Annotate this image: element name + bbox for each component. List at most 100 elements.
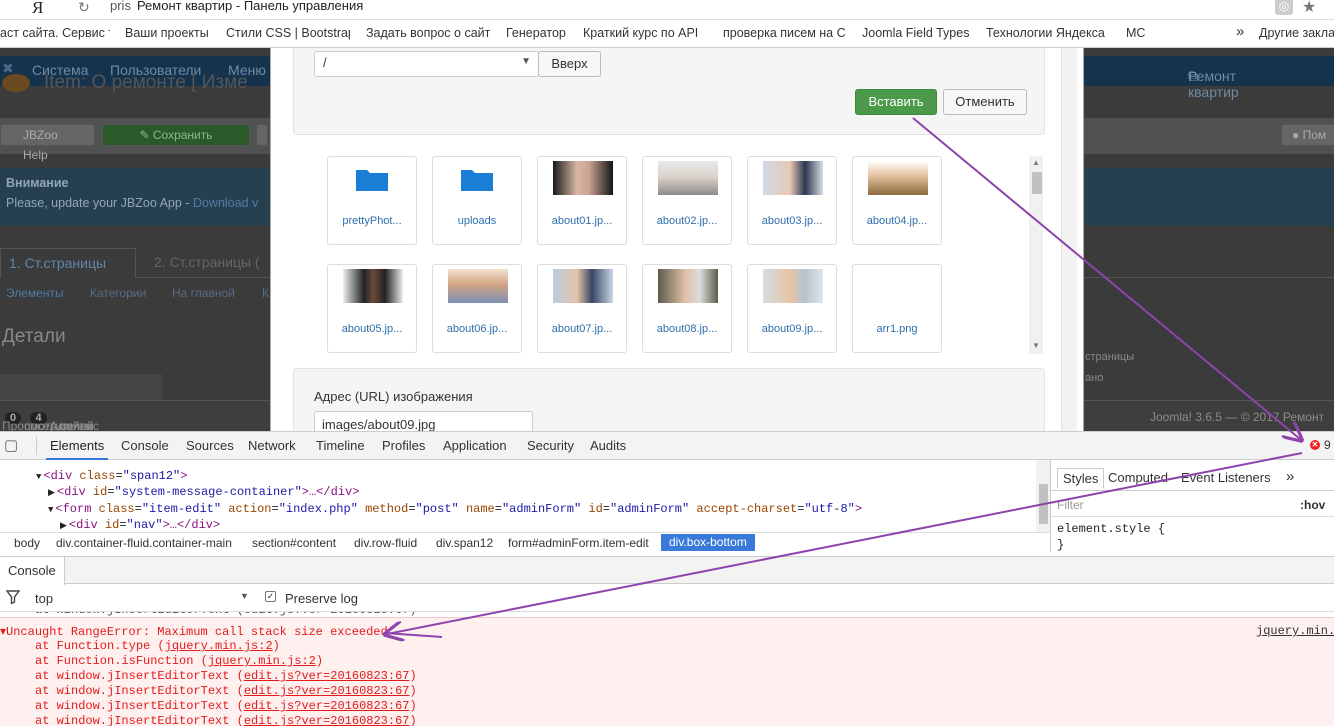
dom-node-line[interactable]: ▶ <div id="system-message-container">…</d… (48, 485, 359, 499)
stack-source-link[interactable]: jquery.min.js:2 (208, 654, 316, 668)
breadcrumb-item[interactable]: div.container-fluid.container-main (56, 536, 232, 550)
file-item-image[interactable]: about05.jp... (327, 264, 417, 353)
stack-source-link[interactable]: jquery.min.js:2 (165, 639, 273, 653)
toolbar-button-partial[interactable] (256, 124, 268, 146)
drawer-tab-console[interactable]: Console (0, 557, 65, 585)
dom-node-line[interactable]: ▶ <div id="nav">…</div> (60, 518, 220, 532)
tab-application[interactable]: Application (443, 438, 507, 453)
filter-icon[interactable] (5, 590, 21, 607)
folder-select[interactable]: / ▼ (314, 51, 539, 77)
subtab-elements[interactable]: Элементы (6, 286, 64, 300)
breadcrumb-item[interactable]: div.span12 (436, 536, 493, 550)
breadcrumb-item[interactable]: body (14, 536, 40, 550)
stack-source-link[interactable]: edit.js?ver=20160823:67 (244, 714, 410, 726)
bookmark-item[interactable]: Краткий курс по API (583, 26, 705, 40)
error-source-link[interactable]: jquery.min. (1256, 624, 1334, 638)
file-item-image[interactable]: about02.jp... (642, 156, 732, 245)
error-icon[interactable]: ✕ (1310, 440, 1320, 450)
hover-state-toggle[interactable]: :hov (1300, 498, 1325, 512)
bookmark-item[interactable]: Генератор (506, 26, 566, 40)
yandex-logo-icon[interactable]: Я (32, 0, 43, 18)
file-item-folder[interactable]: uploads (432, 156, 522, 245)
file-item-image[interactable]: arr1.png (852, 264, 942, 353)
bookmark-item[interactable]: Ваши проекты (125, 26, 209, 40)
file-name: about01.jp... (551, 215, 613, 227)
tab-network[interactable]: Network (248, 438, 296, 453)
tab-profiles[interactable]: Profiles (382, 438, 425, 453)
stack-source-link[interactable]: edit.js?ver=20160823:67 (244, 699, 410, 713)
cancel-button[interactable]: Отменить (943, 89, 1027, 115)
more-tabs-chevron[interactable]: » (1281, 466, 1299, 487)
tab-pages-2[interactable]: 2. Ст.страницы ( (146, 248, 268, 278)
reload-icon[interactable]: ↻ (78, 0, 90, 16)
tab-styles[interactable]: Styles (1057, 468, 1105, 489)
file-item-folder[interactable]: prettyPhot... (327, 156, 417, 245)
expanded-triangle-icon[interactable]: ▼ (48, 505, 53, 515)
tab-pages-1[interactable]: 1. Ст.страницы (0, 248, 136, 278)
image-url-input[interactable]: images/about09.jpg (314, 411, 533, 431)
tab-sources[interactable]: Sources (186, 438, 234, 453)
breadcrumb-item[interactable]: div.row-fluid (354, 536, 417, 550)
breadcrumb-item-selected[interactable]: div.box-bottom (661, 534, 755, 551)
bookmark-item[interactable]: проверка писем на С (723, 26, 848, 40)
file-item-image[interactable]: about07.jp... (537, 264, 627, 353)
device-mode-icon[interactable]: ▢ (4, 436, 18, 454)
collapsed-triangle-icon[interactable]: ▶ (60, 521, 67, 531)
collapsed-triangle-icon[interactable]: ▶ (48, 488, 55, 498)
bookmark-star-icon[interactable]: ★ (1302, 0, 1316, 17)
insert-button[interactable]: Вставить (855, 89, 937, 115)
file-item-image[interactable]: about03.jp... (747, 156, 837, 245)
scroll-up-icon[interactable]: ▲ (1032, 158, 1040, 167)
file-item-image[interactable]: about08.jp... (642, 264, 732, 353)
file-item-image[interactable]: about04.jp... (852, 156, 942, 245)
dom-node-line[interactable]: ▼ <div class="span12"> (36, 469, 187, 483)
tab-computed[interactable]: Computed (1103, 468, 1173, 487)
save-button[interactable]: ✎ Сохранить (102, 124, 250, 146)
bookmark-item[interactable]: Задать вопрос о сайт (366, 26, 492, 40)
stack-source-link[interactable]: edit.js?ver=20160823:67 (244, 669, 410, 683)
bookmark-item[interactable]: Стили CSS | Bootstrap (226, 26, 350, 40)
file-item-image[interactable]: about06.jp... (432, 264, 522, 353)
error-count[interactable]: 9 (1324, 438, 1331, 452)
error-text[interactable]: ▾Uncaught RangeError: Maximum call stack… (0, 624, 388, 639)
jbzoo-help-button[interactable]: JBZoo Help (0, 124, 95, 162)
globe-icon[interactable]: ◎ (1275, 0, 1293, 15)
tab-event-listeners[interactable]: Event Listeners (1176, 468, 1276, 487)
context-selector[interactable]: top (35, 591, 53, 606)
tab-audits[interactable]: Audits (590, 438, 626, 453)
modal-scrollbar[interactable] (1061, 48, 1077, 431)
thumbnails-scrollbar[interactable]: ▲ ▼ (1029, 156, 1043, 354)
file-item-image[interactable]: about09.jp... (747, 264, 837, 353)
file-item-image[interactable]: about01.jp... (537, 156, 627, 245)
scrollbar-thumb[interactable] (1032, 172, 1042, 194)
subtab-frontpage[interactable]: На главной (172, 286, 235, 300)
bookmark-item[interactable]: аст сайта. Сервис т (0, 26, 110, 40)
breadcrumb-item[interactable]: section#content (252, 536, 336, 550)
styles-filter-input[interactable]: Filter (1057, 498, 1084, 512)
tab-timeline[interactable]: Timeline (316, 438, 365, 453)
subtab-partial[interactable]: К (262, 286, 269, 300)
scroll-down-icon[interactable]: ▼ (1032, 341, 1040, 350)
expanded-triangle-icon[interactable]: ▼ (36, 472, 41, 482)
preserve-log-checkbox[interactable]: ✓ (265, 591, 276, 602)
help-button[interactable]: ● Пом (1281, 124, 1334, 146)
breadcrumb-item[interactable]: form#adminForm.item-edit (508, 536, 649, 550)
dropdown-arrow-icon[interactable]: ▼ (240, 591, 249, 601)
stack-source-link[interactable]: edit.js?ver=20160823:67 (244, 684, 410, 698)
dom-scrollbar[interactable] (1036, 460, 1050, 532)
tab-elements[interactable]: Elements (50, 438, 104, 453)
bookmark-item[interactable]: Технологии Яндекса (986, 26, 1108, 40)
address-bar[interactable]: pris Ремонт квартир - Панель управления (110, 0, 363, 13)
element-style-rule[interactable]: element.style { (1057, 522, 1165, 536)
download-link[interactable]: Download v (193, 196, 258, 210)
tab-security[interactable]: Security (527, 438, 574, 453)
dom-scrollbar-thumb[interactable] (1039, 484, 1048, 524)
other-bookmarks-folder[interactable]: Другие закла (1259, 26, 1334, 40)
tab-console[interactable]: Console (121, 438, 169, 453)
dom-node-line[interactable]: ▼ <form class="item-edit" action="index.p… (48, 502, 862, 516)
more-bookmarks-chevron[interactable]: » (1236, 23, 1244, 40)
subtab-categories[interactable]: Категории (90, 286, 146, 300)
bookmark-item[interactable]: Joomla Field Types (862, 26, 969, 40)
bookmark-item[interactable]: MC (1126, 26, 1145, 40)
up-button[interactable]: Вверх (538, 51, 601, 77)
